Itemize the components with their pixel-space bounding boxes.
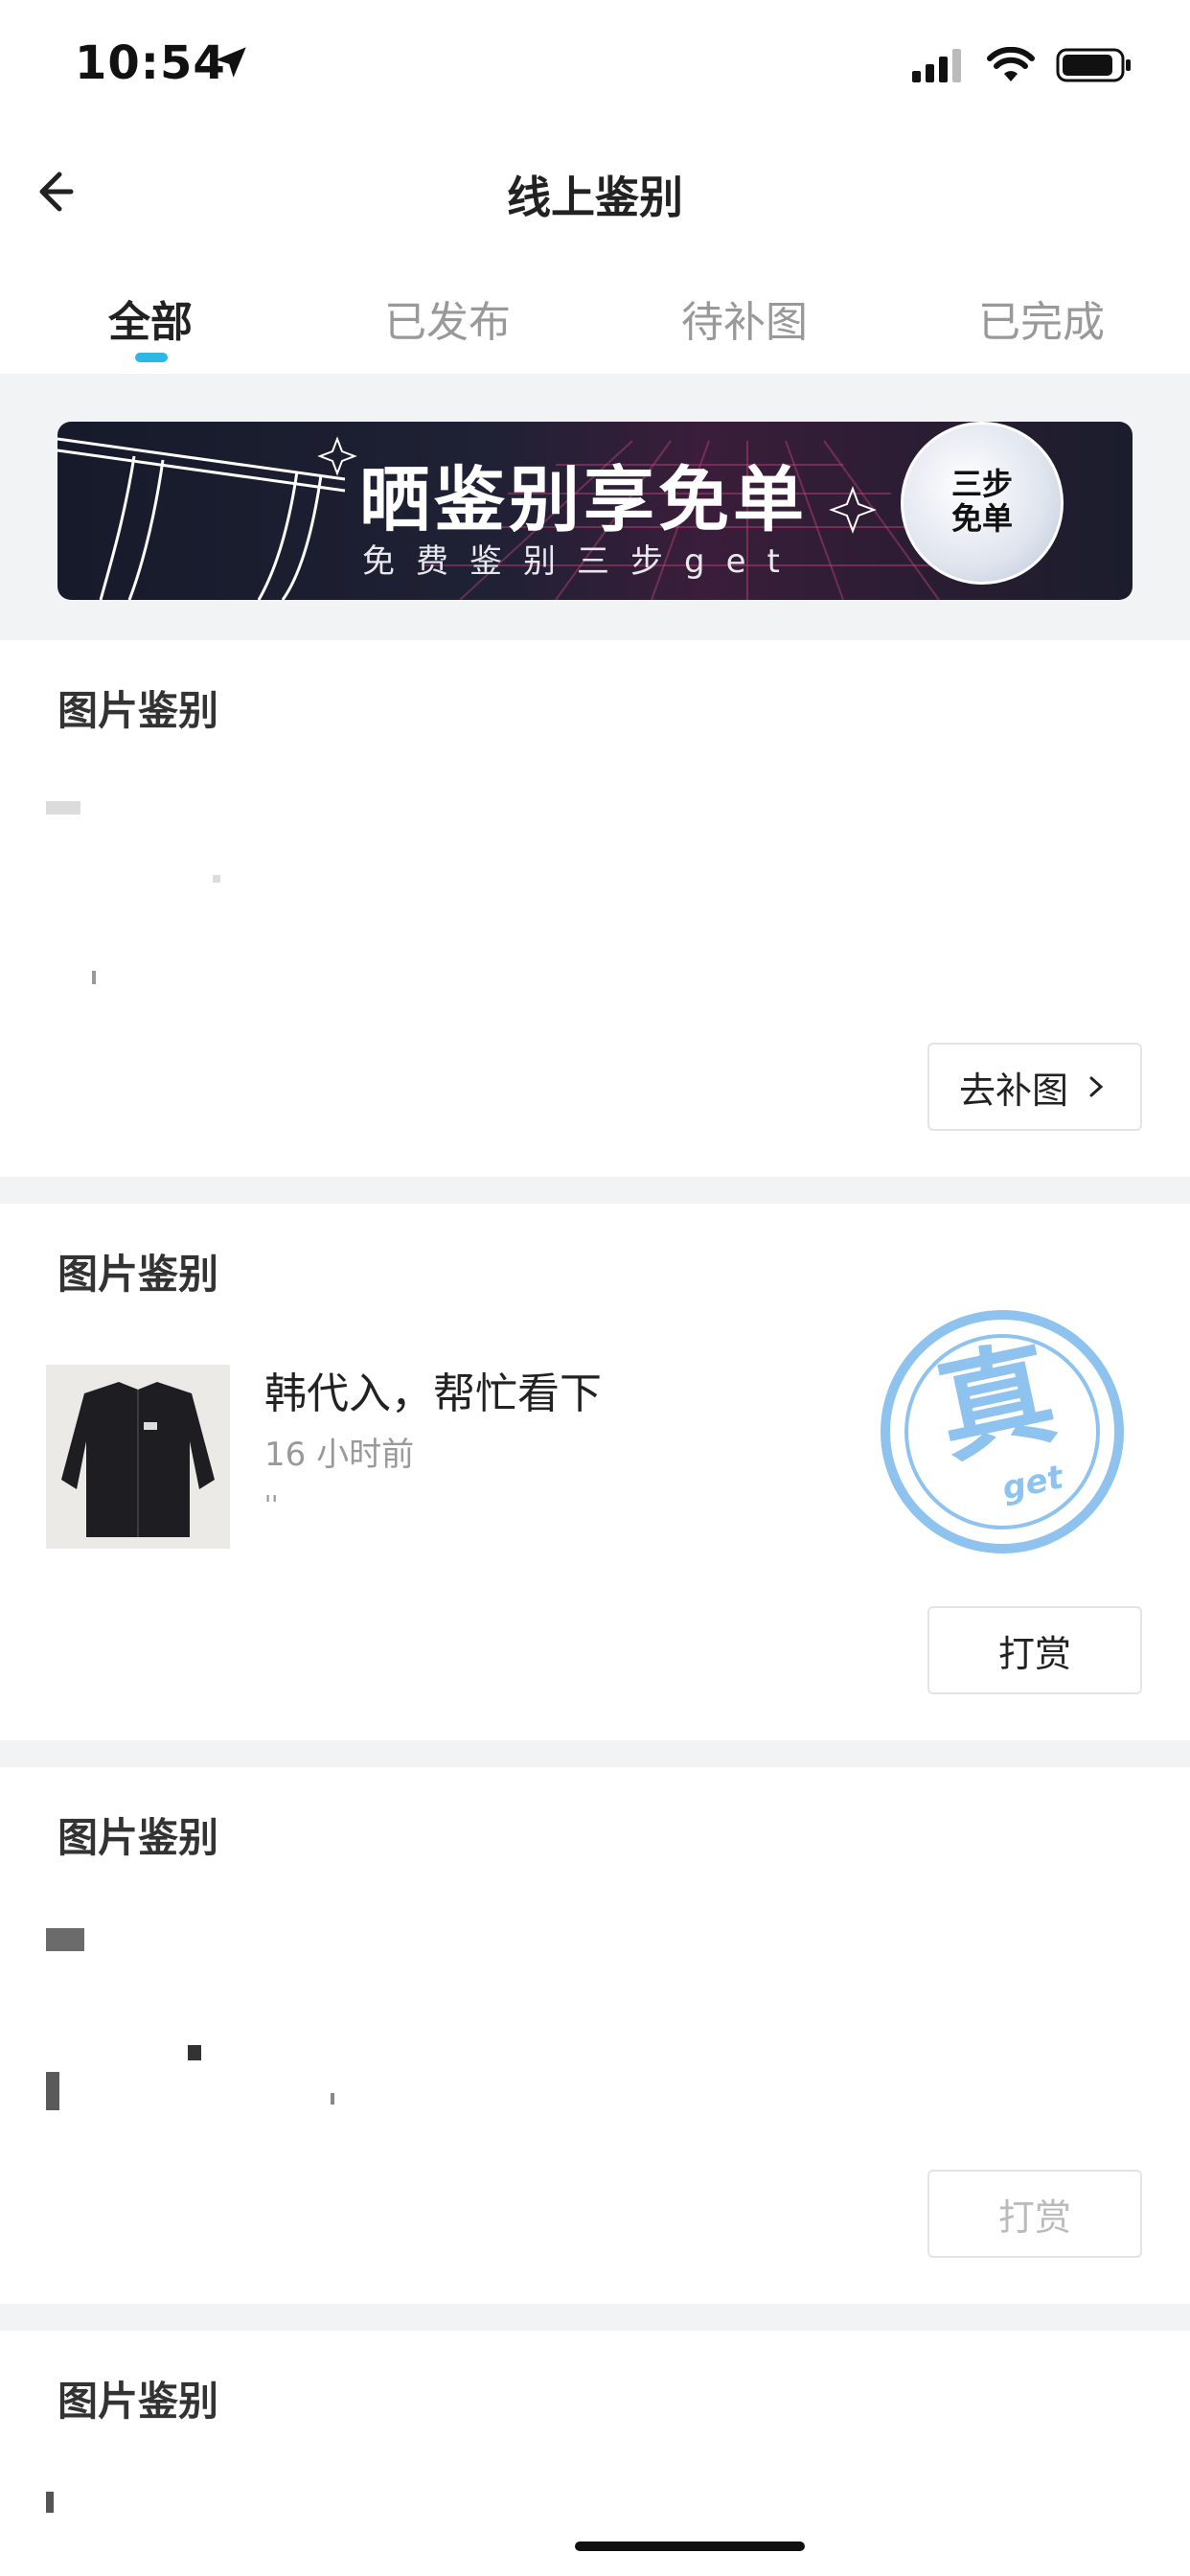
tab-completed[interactable]: 已完成 [893,288,1190,349]
image-placeholder [188,2045,201,2060]
appraisal-card[interactable]: 图片鉴别 [0,2331,1190,2576]
page-title: 线上鉴别 [507,172,683,223]
promo-banner[interactable]: 晒鉴别享免单 免费鉴别三步get 三步 免单 [57,422,1133,600]
tab-published[interactable]: 已发布 [299,288,596,349]
add-photos-label: 去补图 [958,1069,1068,1112]
appraisal-card[interactable]: 图片鉴别 韩代入，帮忙看下 16 小时前 '' 真 get 打赏 [0,1204,1190,1740]
image-placeholder [331,2093,334,2104]
tab-all[interactable]: 全部 [2,288,299,349]
jacket-image [46,1365,230,1549]
chevron-right-icon [1089,1076,1104,1097]
item-meta: '' [264,1491,279,1520]
nav-bar: 线上鉴别 [0,134,1190,249]
image-placeholder [46,2072,59,2110]
image-placeholder [46,2492,54,2513]
image-placeholder [575,2542,805,2551]
badge-line-1: 三步 [950,466,1013,502]
card-title: 图片鉴别 [57,1814,219,1861]
wifi-icon [987,47,1035,81]
item-title[interactable]: 韩代入，帮忙看下 [264,1359,602,1420]
banner-badge: 三步 免单 [901,422,1064,585]
location-arrow-icon [216,47,246,78]
tab-indicator [135,353,168,362]
status-time: 10:54 [75,36,226,90]
image-placeholder [46,801,80,815]
card-title: 图片鉴别 [57,1251,219,1298]
image-placeholder [213,875,220,883]
appraisal-card[interactable]: 图片鉴别 打赏 [0,1767,1190,2304]
image-placeholder [46,1928,84,1951]
item-time: 16 小时前 [264,1436,415,1474]
card-title: 图片鉴别 [57,687,219,734]
badge-line-2: 免单 [950,500,1013,537]
tab-pending-photos[interactable]: 待补图 [596,288,893,349]
appraisal-card[interactable]: 图片鉴别 去补图 [0,640,1190,1177]
status-bar: 10:54 [0,0,1190,134]
item-thumbnail[interactable] [46,1365,230,1549]
tab-bar: 全部 已发布 待补图 已完成 [0,249,1190,374]
image-placeholder [92,971,96,984]
tip-button[interactable]: 打赏 [927,2170,1142,2258]
battery-icon [1056,48,1131,82]
stamp-main-text: 真 [927,1326,1066,1481]
authentic-stamp-icon: 真 get [881,1310,1124,1553]
banner-title: 晒鉴别享免单 [359,459,808,541]
banner-subtitle: 免费鉴别三步get [362,542,801,581]
tip-button[interactable]: 打赏 [927,1606,1142,1694]
signal-icon [912,49,961,82]
card-title: 图片鉴别 [57,2378,219,2425]
add-photos-button[interactable]: 去补图 [927,1043,1142,1131]
